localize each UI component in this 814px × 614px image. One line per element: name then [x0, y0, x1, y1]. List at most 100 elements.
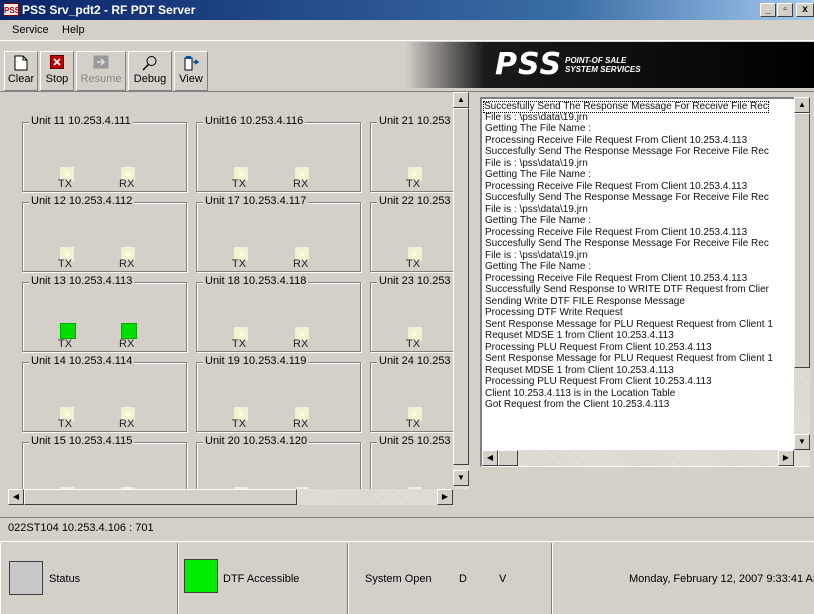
- unit-title: Unit 21 10.253: [377, 115, 453, 127]
- log-entry: Succesfully Send The Response Message Fo…: [485, 238, 769, 249]
- resume-button[interactable]: Resume: [76, 51, 126, 91]
- log-vertical-thumb[interactable]: [794, 113, 810, 368]
- log-entry: File is : \pss\data\19.jrn: [485, 157, 588, 169]
- scroll-right-arrow-icon[interactable]: ▶: [437, 489, 453, 505]
- log-entry: Getting The File Name :: [485, 123, 591, 134]
- tx-label: TX: [406, 338, 421, 350]
- tx-label: TX: [406, 418, 421, 430]
- rx-indicator-icon: [121, 323, 137, 339]
- tx-label: TX: [58, 338, 73, 350]
- unit-box: Unit 15 10.253.4.115TXRX: [22, 435, 187, 492]
- scroll-up-arrow-icon[interactable]: ▲: [453, 92, 469, 108]
- unit-title: Unit 15 10.253.4.115: [29, 435, 135, 447]
- log-scroll-up-arrow-icon[interactable]: ▲: [794, 97, 810, 113]
- unit-title: Unit 18 10.253.4.118: [203, 275, 309, 287]
- stop-button[interactable]: Stop: [40, 51, 74, 91]
- unit-box: Unit 25 10.253TX: [370, 435, 453, 492]
- rx-label: RX: [293, 418, 309, 430]
- dtf-cell: DTF Accessible: [178, 543, 348, 614]
- status-label: Status: [49, 573, 81, 585]
- unit-title: Unit16 10.253.4.116: [203, 115, 306, 127]
- rx-label: RX: [119, 178, 135, 190]
- units-horizontal-thumb[interactable]: [24, 489, 297, 505]
- view-button[interactable]: View: [174, 51, 208, 91]
- connection-info: 022ST104 10.253.4.106 : 701: [8, 522, 154, 534]
- menu-help[interactable]: Help: [62, 24, 85, 36]
- unit-title: Unit 13 10.253.4.113: [29, 275, 135, 287]
- log-scroll-left-arrow-icon[interactable]: ◀: [482, 450, 498, 466]
- app-icon: PSS: [3, 3, 20, 16]
- pss-logo: PSS: [495, 47, 563, 82]
- log-entry: File is : \pss\data\19.jrn: [485, 249, 588, 261]
- log-entry: Requset MDSE 1 from Client 10.253.4.113: [485, 364, 674, 376]
- unit-title: Unit 22 10.253: [377, 195, 453, 207]
- dtf-indicator: [184, 559, 218, 593]
- unit-title: Unit 17 10.253.4.117: [203, 195, 309, 207]
- pss-tagline: POINT-OF SALE SYSTEM SERVICES: [565, 56, 641, 74]
- tx-label: TX: [58, 418, 73, 430]
- menu-service[interactable]: Service: [12, 24, 49, 36]
- system-state-cell: System Open D V: [348, 543, 552, 614]
- log-entry: Sending Write DTF FILE Response Message: [485, 295, 685, 307]
- pss-banner: PSS POINT-OF SALE SYSTEM SERVICES: [405, 42, 814, 88]
- log-entry: Succesfully Send The Response Message Fo…: [485, 146, 769, 157]
- status-cell: Status: [0, 543, 178, 614]
- clear-button[interactable]: Clear: [4, 51, 38, 91]
- log-entry: Getting The File Name :: [485, 215, 591, 226]
- log-entry: Succesfully Send The Response Message Fo…: [485, 192, 769, 203]
- flag-d: D: [459, 573, 467, 585]
- log-entry: Sent Response Message for PLU Request Re…: [485, 318, 773, 330]
- magnifier-icon: [142, 55, 158, 71]
- maximize-button[interactable]: ▫: [777, 3, 793, 17]
- scroll-down-arrow-icon[interactable]: ▼: [453, 470, 469, 486]
- unit-box: Unit16 10.253.4.116 TX RX: [196, 115, 361, 192]
- tx-label: TX: [232, 418, 247, 430]
- datetime-label: Monday, February 12, 2007 9:33:41 AM: [629, 573, 814, 585]
- log-horizontal-scrollbar[interactable]: ◀ ▶: [482, 450, 810, 466]
- unit-box: Unit 19 10.253.4.119 TX RX: [196, 355, 361, 432]
- dtf-label: DTF Accessible: [223, 573, 300, 585]
- view-icon: [183, 55, 200, 71]
- unit-title: Unit 23 10.253: [377, 275, 453, 287]
- unit-title: Unit 20 10.253.4.120: [203, 435, 310, 447]
- system-open-label: System Open: [365, 573, 432, 585]
- status-indicator: [9, 561, 43, 595]
- units-vertical-scrollbar[interactable]: ▲ ▼: [453, 92, 469, 489]
- resume-icon: [93, 55, 109, 71]
- log-horizontal-thumb[interactable]: [498, 450, 518, 466]
- unit-box: Unit 12 10.253.4.112 TX RX: [22, 195, 187, 272]
- log-scroll-right-arrow-icon[interactable]: ▶: [778, 450, 794, 466]
- unit-box: Unit 23 10.253 TX: [370, 275, 453, 352]
- unit-title: Unit 11 10.253.4.111: [29, 115, 133, 127]
- tx-label: TX: [406, 258, 421, 270]
- unit-box: Unit 24 10.253 TX: [370, 355, 453, 432]
- log-vertical-scrollbar[interactable]: ▲ ▼: [794, 97, 810, 450]
- connection-status-line: 022ST104 10.253.4.106 : 701: [0, 517, 814, 537]
- datetime-cell: Monday, February 12, 2007 9:33:41 AM: [552, 543, 814, 614]
- log-entry: Processing PLU Request From Client 10.25…: [485, 376, 712, 387]
- rx-label: RX: [293, 258, 309, 270]
- log-entry: Getting The File Name :: [485, 169, 591, 180]
- minimize-button[interactable]: _: [760, 3, 776, 17]
- rx-label: RX: [119, 258, 135, 270]
- units-horizontal-scrollbar[interactable]: ◀ ▶: [8, 489, 453, 505]
- log-entry: Successfully Send Response to WRITE DTF …: [485, 284, 769, 295]
- log-entry: Sent Response Message for PLU Request Re…: [485, 353, 773, 364]
- log-entry: Processing Receive File Request From Cli…: [485, 134, 748, 146]
- log-entry: Getting The File Name :: [485, 261, 591, 272]
- log-scroll-down-arrow-icon[interactable]: ▼: [794, 434, 810, 450]
- unit-title: Unit 24 10.253: [377, 355, 453, 367]
- log-entry: Got Request from the Client 10.253.4.113: [485, 399, 670, 410]
- close-button[interactable]: x: [796, 3, 814, 17]
- log-entry: Client 10.253.4.113 is in the Location T…: [485, 387, 676, 399]
- log-list[interactable]: Succesfully Send The Response Message Fo…: [480, 97, 810, 467]
- unit-box: Unit 22 10.253 TX: [370, 195, 453, 272]
- document-icon: [13, 55, 29, 71]
- debug-button[interactable]: Debug: [128, 51, 172, 91]
- tx-label: TX: [58, 258, 73, 270]
- stop-icon: [49, 55, 65, 71]
- scroll-left-arrow-icon[interactable]: ◀: [8, 489, 24, 505]
- title-bar: PSS PSS Srv_pdt2 - RF PDT Server _ ▫ x: [0, 0, 814, 20]
- units-vertical-thumb[interactable]: [453, 108, 469, 465]
- tx-label: TX: [58, 178, 73, 190]
